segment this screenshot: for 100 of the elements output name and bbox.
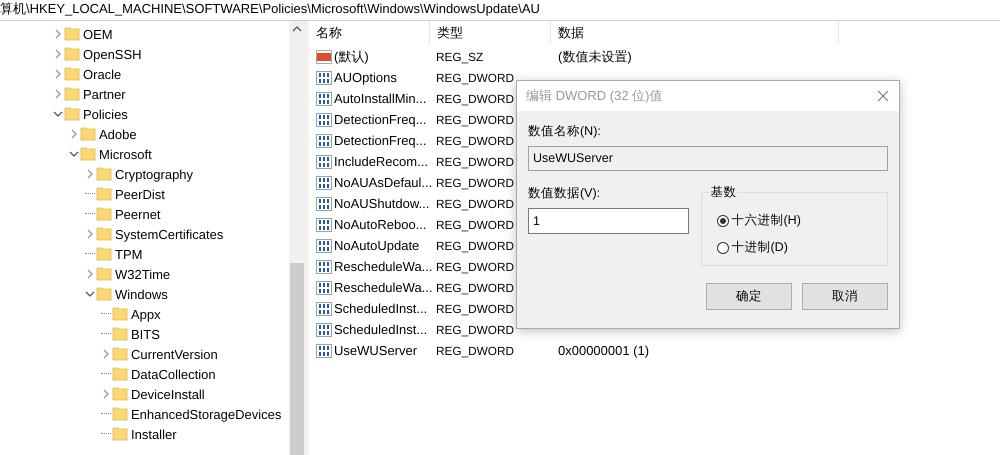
- column-header[interactable]: 类型: [430, 21, 551, 45]
- binary-value-icon: [316, 174, 332, 190]
- value-name[interactable]: NoAutoUpdate: [334, 238, 420, 253]
- binary-value-icon: [316, 300, 332, 316]
- tree-item[interactable]: Peernet: [115, 206, 161, 222]
- value-name[interactable]: ScheduledInst...: [334, 301, 428, 316]
- folder-icon: [112, 386, 128, 402]
- value-name[interactable]: RescheduleWa...: [334, 280, 433, 295]
- folder-icon: [112, 426, 128, 442]
- tree-item[interactable]: TPM: [115, 246, 142, 262]
- expand-chevron-icon[interactable]: [101, 389, 111, 399]
- close-icon[interactable]: [877, 90, 889, 102]
- tree-item[interactable]: DeviceInstall: [131, 386, 205, 402]
- value-type: REG_DWORD: [436, 112, 514, 126]
- folder-icon: [64, 106, 80, 122]
- value-name[interactable]: RescheduleWa...: [334, 259, 433, 274]
- radio-button[interactable]: [716, 214, 729, 226]
- tree-item[interactable]: PeerDist: [115, 186, 165, 202]
- tree-item[interactable]: BITS: [131, 326, 160, 342]
- scroll-thumb[interactable]: [290, 263, 304, 455]
- tree-item[interactable]: Installer: [131, 426, 177, 442]
- tree-item[interactable]: DataCollection: [131, 366, 216, 382]
- folder-icon: [112, 306, 128, 322]
- value-name[interactable]: NoAUShutdow...: [334, 196, 430, 211]
- ok-button[interactable]: 确定: [706, 283, 792, 310]
- cancel-button[interactable]: 取消: [802, 283, 888, 310]
- value-name[interactable]: (默认): [334, 48, 369, 66]
- value-data: (数值未设置): [558, 48, 632, 64]
- value-name[interactable]: DetectionFreq...: [334, 112, 426, 127]
- value-data-field[interactable]: 1: [528, 208, 689, 234]
- folder-icon: [96, 286, 112, 302]
- expand-chevron-icon[interactable]: [69, 129, 79, 139]
- collapse-chevron-icon[interactable]: [85, 289, 95, 299]
- binary-value-icon: [316, 196, 332, 212]
- value-name[interactable]: DetectionFreq...: [334, 133, 426, 148]
- tree-item[interactable]: Appx: [131, 306, 161, 322]
- tree-item[interactable]: Partner: [83, 86, 126, 102]
- address-bar[interactable]: 算机\HKEY_LOCAL_MACHINE\SOFTWARE\Policies\Microsoft\Windows\WindowsUpdate\AU: [0, 0, 1000, 21]
- binary-value-icon: [316, 238, 332, 254]
- tree-item[interactable]: OpenSSH: [83, 46, 142, 62]
- value-name[interactable]: AUOptions: [334, 70, 397, 85]
- value-type: REG_DWORD: [436, 196, 514, 210]
- expand-chevron-icon[interactable]: [85, 269, 95, 279]
- collapse-chevron-icon[interactable]: [69, 149, 79, 159]
- dialog-title: 编辑 DWORD (32 位)值: [526, 87, 662, 105]
- folder-icon: [64, 26, 80, 42]
- value-name[interactable]: NoAUAsDefaul...: [334, 175, 432, 190]
- value-type: REG_DWORD: [436, 238, 514, 252]
- radio-label[interactable]: 十进制(D): [732, 239, 788, 256]
- value-type: REG_DWORD: [436, 92, 514, 106]
- binary-value-icon: [316, 112, 332, 128]
- folder-icon: [80, 146, 96, 162]
- value-name-field[interactable]: UseWUServer: [528, 146, 888, 171]
- expand-chevron-icon[interactable]: [85, 169, 95, 179]
- folder-icon: [64, 46, 80, 62]
- binary-value-icon: [316, 70, 332, 86]
- binary-value-icon: [316, 154, 332, 170]
- tree-item[interactable]: CurrentVersion: [131, 346, 218, 362]
- expand-chevron-icon[interactable]: [53, 89, 63, 99]
- folder-icon: [64, 66, 80, 82]
- value-type: REG_DWORD: [436, 302, 514, 316]
- scrollbar[interactable]: [289, 21, 305, 455]
- tree-item[interactable]: EnhancedStorageDevices: [131, 406, 282, 422]
- value-type: REG_DWORD: [436, 260, 514, 274]
- expand-chevron-icon[interactable]: [101, 349, 111, 359]
- binary-value-icon: [316, 322, 332, 338]
- column-header[interactable]: 数据: [551, 21, 839, 45]
- radio-label[interactable]: 十六进制(H): [732, 212, 801, 229]
- value-name[interactable]: AutoInstallMin...: [334, 91, 426, 106]
- expand-chevron-icon[interactable]: [53, 69, 63, 79]
- expand-chevron-icon[interactable]: [53, 29, 63, 39]
- folder-icon: [112, 366, 128, 382]
- value-type: REG_DWORD: [436, 70, 514, 84]
- binary-value-icon: [316, 258, 332, 274]
- radio-button[interactable]: [716, 242, 729, 254]
- field-label: 数值名称(N):: [528, 123, 602, 140]
- value-name[interactable]: UseWUServer: [334, 343, 418, 358]
- tree-item[interactable]: Windows: [115, 286, 168, 302]
- binary-value-icon: [316, 132, 332, 148]
- tree-item[interactable]: Oracle: [83, 66, 122, 82]
- tree-item[interactable]: Policies: [83, 106, 128, 122]
- binary-value-icon: [316, 216, 332, 232]
- expand-chevron-icon[interactable]: [53, 49, 63, 59]
- value-name[interactable]: NoAutoReboo...: [334, 217, 427, 232]
- folder-icon: [96, 166, 112, 182]
- tree-item[interactable]: Adobe: [99, 126, 137, 142]
- expand-chevron-icon[interactable]: [85, 229, 95, 239]
- value-name[interactable]: IncludeRecom...: [334, 154, 428, 169]
- folder-icon: [64, 86, 80, 102]
- tree-item[interactable]: SystemCertificates: [115, 226, 224, 242]
- tree-item[interactable]: W32Time: [115, 266, 170, 282]
- tree-item[interactable]: Microsoft: [99, 146, 152, 162]
- folder-icon: [96, 246, 112, 262]
- folder-icon: [112, 346, 128, 362]
- value-name[interactable]: ScheduledInst...: [334, 322, 428, 337]
- collapse-chevron-icon[interactable]: [53, 109, 63, 119]
- value-type: REG_DWORD: [436, 218, 514, 232]
- column-header[interactable]: 名称: [309, 21, 430, 45]
- tree-item[interactable]: OEM: [83, 26, 113, 42]
- tree-item[interactable]: Cryptography: [115, 166, 194, 182]
